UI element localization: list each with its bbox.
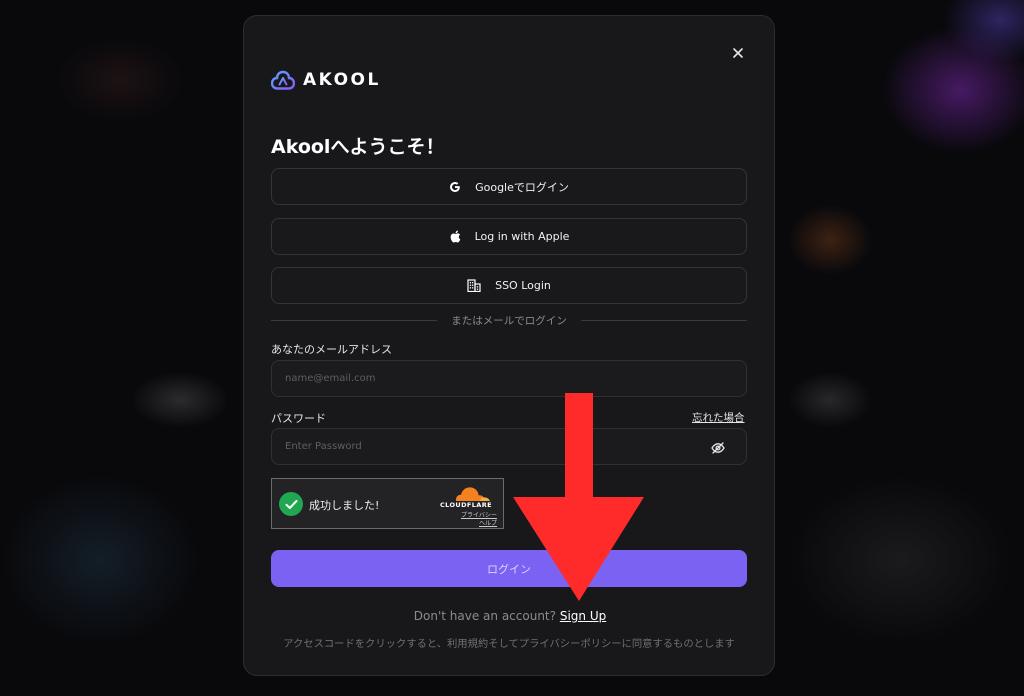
captcha-help-link[interactable]: ヘルプ <box>479 518 497 527</box>
akool-logo: AKOOL <box>271 70 381 90</box>
divider-line-right <box>580 320 747 321</box>
login-button[interactable]: ログイン <box>271 550 747 587</box>
close-icon <box>733 48 743 58</box>
forgot-password-link[interactable]: 忘れた場合 <box>692 410 745 425</box>
logo-text: AKOOL <box>303 70 381 90</box>
sso-login-label: SSO Login <box>495 279 551 292</box>
signup-link[interactable]: Sign Up <box>560 609 606 623</box>
akool-logo-icon <box>271 70 295 90</box>
password-input[interactable] <box>271 428 747 465</box>
google-icon <box>450 181 460 192</box>
signup-prompt: Don't have an account? <box>413 609 556 623</box>
apple-login-button[interactable]: Log in with Apple <box>271 218 747 255</box>
apple-login-label: Log in with Apple <box>474 230 570 243</box>
login-modal: AKOOL Akoolへようこそ！ Googleでログイン Log in wit… <box>243 15 775 676</box>
password-visibility-toggle[interactable] <box>710 440 726 456</box>
or-divider: またはメールでログイン <box>271 313 747 328</box>
terms-text: アクセスコードをクリックすると、利用規約そしてプライバシーポリシーに同意するもの… <box>283 638 735 650</box>
cloudflare-captcha: 成功しました! CLOUDFLARE プライバシー ヘルプ <box>271 478 504 529</box>
divider-text: またはメールでログイン <box>451 315 567 327</box>
email-input[interactable] <box>271 360 747 397</box>
signup-row: Don't have an account? Sign Up <box>244 609 776 623</box>
password-label: パスワード <box>271 412 326 425</box>
captcha-status-text: 成功しました! <box>309 499 380 512</box>
sso-login-button[interactable]: SSO Login <box>271 267 747 304</box>
page-title: Akoolへようこそ！ <box>271 136 445 158</box>
divider-line-left <box>271 320 438 321</box>
google-login-label: Googleでログイン <box>475 180 569 194</box>
apple-icon <box>450 230 460 243</box>
eye-off-icon <box>711 442 725 454</box>
cloudflare-wordmark: CLOUDFLARE <box>440 501 492 509</box>
email-label: あなたのメールアドレス <box>271 343 392 356</box>
google-login-button[interactable]: Googleでログイン <box>271 168 747 205</box>
close-button[interactable] <box>729 44 747 62</box>
check-icon <box>285 499 297 509</box>
success-check <box>279 492 303 516</box>
building-icon <box>467 279 481 292</box>
